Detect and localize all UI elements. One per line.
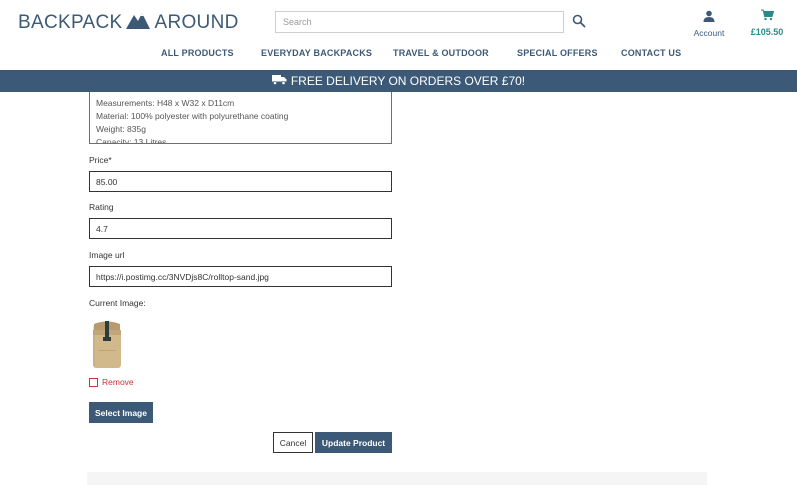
price-input[interactable]	[89, 171, 392, 192]
image-url-input[interactable]	[89, 266, 392, 287]
update-product-button[interactable]: Update Product	[315, 432, 392, 453]
select-image-button[interactable]: Select Image	[89, 402, 153, 423]
cancel-button[interactable]: Cancel	[273, 432, 313, 453]
nav-item-everyday-backpacks[interactable]: EVERYDAY BACKPACKS	[261, 48, 372, 58]
description-line: Capacity: 13 Litres	[96, 137, 167, 144]
current-product-image	[89, 318, 125, 371]
rating-input[interactable]	[89, 218, 392, 239]
site-logo[interactable]: BACKPACK AROUND	[18, 10, 239, 36]
user-icon	[703, 9, 715, 26]
nav-item-travel-outdoor[interactable]: TRAVEL & OUTDOOR	[393, 48, 489, 58]
description-line: Material: 100% polyester with polyuretha…	[96, 111, 289, 121]
image-url-label: Image url	[89, 250, 125, 260]
footer-strip	[87, 472, 707, 485]
brand-name-left: BACKPACK	[18, 12, 123, 33]
delivery-banner-text: FREE DELIVERY ON ORDERS OVER £70!	[290, 74, 526, 88]
delivery-banner: FREE DELIVERY ON ORDERS OVER £70!	[0, 70, 797, 92]
search-icon[interactable]	[572, 14, 586, 28]
rating-label: Rating	[89, 202, 114, 212]
mountain-logo-icon	[126, 11, 151, 35]
cart-link[interactable]: £105.50	[744, 8, 790, 37]
description-line: Weight: 835g	[96, 124, 146, 134]
shopping-cart-icon	[760, 8, 774, 25]
cart-total: £105.50	[750, 27, 784, 37]
remove-image-checkbox[interactable]: Remove	[89, 376, 134, 388]
main-nav: ALL PRODUCTS EVERYDAY BACKPACKS TRAVEL &…	[0, 48, 797, 62]
description-line: Measurements: H48 x W32 x D11cm	[96, 98, 235, 108]
delivery-truck-icon	[271, 74, 291, 88]
account-label: Account	[693, 28, 725, 38]
brand-name-right: AROUND	[154, 12, 239, 33]
search-input[interactable]	[275, 11, 564, 33]
nav-item-contact-us[interactable]: CONTACT US	[621, 48, 681, 58]
description-textarea[interactable]: Measurements: H48 x W32 x D11cm Material…	[89, 92, 392, 144]
remove-checkbox-box[interactable]	[89, 377, 98, 387]
remove-label: Remove	[102, 377, 134, 387]
current-image-label: Current Image:	[89, 298, 146, 308]
nav-item-all-products[interactable]: ALL PRODUCTS	[161, 48, 234, 58]
price-label: Price*	[89, 155, 112, 165]
nav-item-special-offers[interactable]: SPECIAL OFFERS	[517, 48, 598, 58]
account-link[interactable]: Account	[688, 9, 730, 38]
